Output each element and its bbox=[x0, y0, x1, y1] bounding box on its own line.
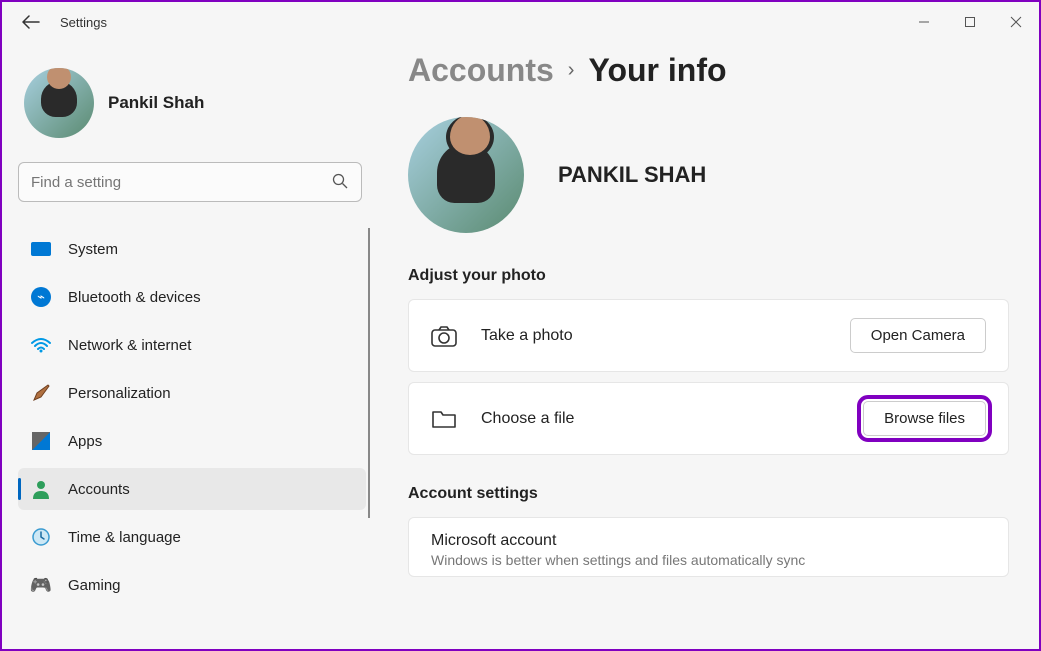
nav-list: System ⌁ Bluetooth & devices Network & i… bbox=[18, 228, 372, 612]
nav-label: Apps bbox=[68, 433, 102, 450]
microsoft-account-card[interactable]: Microsoft account Windows is better when… bbox=[408, 517, 1009, 577]
microsoft-account-subtitle: Windows is better when settings and file… bbox=[431, 552, 986, 568]
camera-icon bbox=[431, 325, 459, 347]
open-camera-button[interactable]: Open Camera bbox=[850, 318, 986, 353]
nav-item-apps[interactable]: Apps bbox=[18, 420, 366, 462]
back-button[interactable] bbox=[22, 15, 40, 29]
close-button[interactable] bbox=[993, 2, 1039, 42]
main-panel: Accounts › Your info PANKIL SHAH Adjust … bbox=[372, 42, 1039, 649]
user-name: Pankil Shah bbox=[108, 93, 204, 113]
nav-item-system[interactable]: System bbox=[18, 228, 366, 270]
brush-icon bbox=[30, 382, 52, 404]
choose-file-card: Choose a file Browse files bbox=[408, 382, 1009, 455]
nav-item-gaming[interactable]: 🎮 Gaming bbox=[18, 564, 366, 606]
breadcrumb-current: Your info bbox=[588, 52, 726, 89]
titlebar: Settings bbox=[2, 2, 1039, 42]
nav-label: Network & internet bbox=[68, 337, 191, 354]
nav-label: Bluetooth & devices bbox=[68, 289, 201, 306]
search-icon bbox=[332, 173, 348, 189]
bluetooth-icon: ⌁ bbox=[30, 286, 52, 308]
profile-avatar bbox=[408, 117, 524, 233]
breadcrumb: Accounts › Your info bbox=[408, 52, 1009, 89]
content-area: Pankil Shah System ⌁ Bluetooth & devices bbox=[2, 42, 1039, 649]
choose-file-label: Choose a file bbox=[481, 410, 863, 428]
scrollbar[interactable] bbox=[368, 228, 370, 518]
profile-display-name: PANKIL SHAH bbox=[558, 162, 706, 188]
microsoft-account-title: Microsoft account bbox=[431, 532, 986, 550]
gamepad-icon: 🎮 bbox=[30, 574, 52, 596]
nav-label: System bbox=[68, 241, 118, 258]
user-block[interactable]: Pankil Shah bbox=[18, 62, 372, 162]
window-controls bbox=[901, 2, 1039, 42]
search-wrap bbox=[18, 162, 362, 202]
maximize-button[interactable] bbox=[947, 2, 993, 42]
account-settings-title: Account settings bbox=[408, 485, 1009, 503]
nav-label: Gaming bbox=[68, 577, 121, 594]
nav-item-bluetooth[interactable]: ⌁ Bluetooth & devices bbox=[18, 276, 366, 318]
user-avatar bbox=[24, 68, 94, 138]
nav-item-accounts[interactable]: Accounts bbox=[18, 468, 366, 510]
search-input[interactable] bbox=[18, 162, 362, 202]
adjust-photo-title: Adjust your photo bbox=[408, 267, 1009, 285]
apps-icon bbox=[30, 430, 52, 452]
titlebar-left: Settings bbox=[22, 15, 107, 30]
nav-label: Time & language bbox=[68, 529, 181, 546]
nav-item-time[interactable]: Time & language bbox=[18, 516, 366, 558]
nav-label: Accounts bbox=[68, 481, 130, 498]
browse-files-button[interactable]: Browse files bbox=[863, 401, 986, 436]
sidebar: Pankil Shah System ⌁ Bluetooth & devices bbox=[2, 42, 372, 649]
minimize-button[interactable] bbox=[901, 2, 947, 42]
breadcrumb-parent[interactable]: Accounts bbox=[408, 52, 554, 89]
app-title: Settings bbox=[60, 15, 107, 30]
nav-label: Personalization bbox=[68, 385, 171, 402]
profile-row: PANKIL SHAH bbox=[408, 117, 1009, 233]
folder-icon bbox=[431, 408, 459, 430]
nav-item-personalization[interactable]: Personalization bbox=[18, 372, 366, 414]
take-photo-label: Take a photo bbox=[481, 327, 850, 345]
clock-icon bbox=[30, 526, 52, 548]
person-icon bbox=[30, 478, 52, 500]
wifi-icon bbox=[30, 334, 52, 356]
chevron-right-icon: › bbox=[568, 59, 575, 82]
nav-item-network[interactable]: Network & internet bbox=[18, 324, 366, 366]
system-icon bbox=[30, 238, 52, 260]
take-photo-card: Take a photo Open Camera bbox=[408, 299, 1009, 372]
